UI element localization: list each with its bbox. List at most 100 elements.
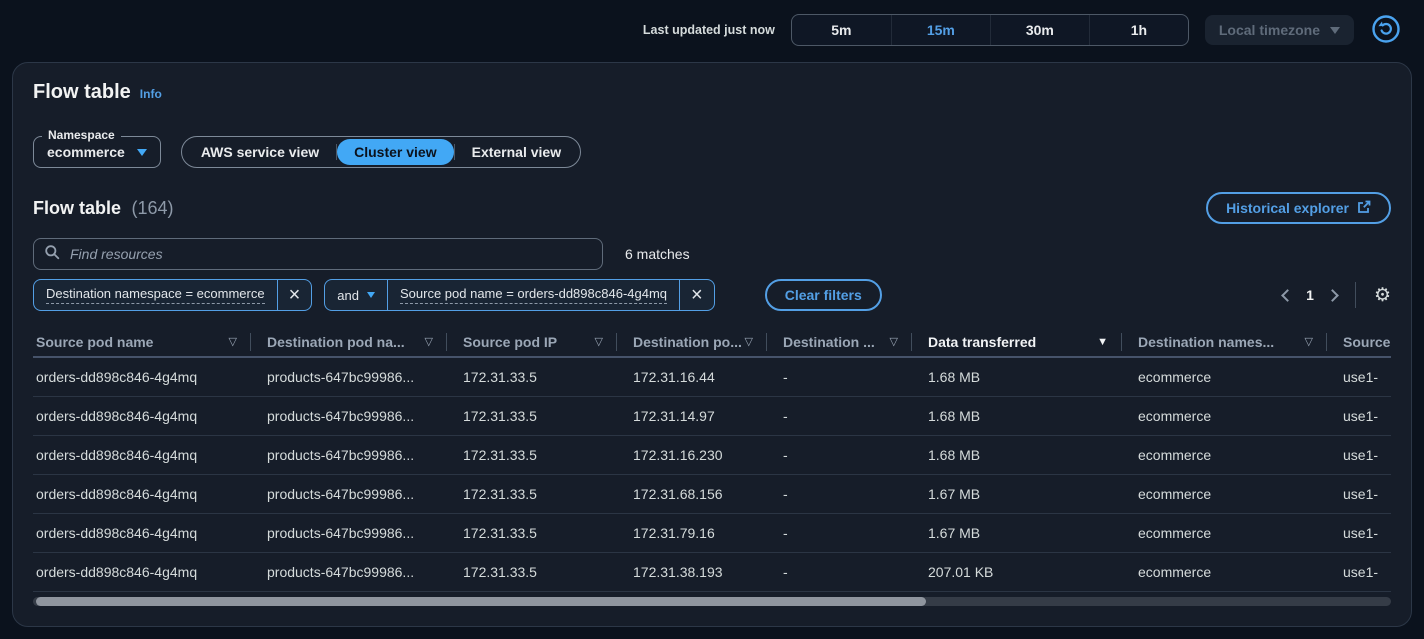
refresh-icon <box>1371 14 1401 47</box>
column-header-destination[interactable]: Destination ...▽ <box>767 327 912 356</box>
sortable-icon: ▽ <box>229 335 237 348</box>
sortable-icon: ▽ <box>890 335 898 348</box>
controls-row: Namespace ecommerce AWS service viewClus… <box>33 136 1391 168</box>
top-bar: Last updated just now 5m15m30m1h Local t… <box>0 0 1424 60</box>
external-link-icon <box>1357 200 1371 217</box>
filter-token-2-close-icon[interactable]: × <box>680 280 714 310</box>
table-row: orders-dd898c846-4g4mqproducts-647bc9998… <box>33 514 1391 553</box>
table-cell: ecommerce <box>1122 369 1327 385</box>
horizontal-scrollbar-thumb[interactable] <box>36 597 926 606</box>
table-cell: 172.31.33.5 <box>447 525 617 541</box>
namespace-select[interactable]: Namespace ecommerce <box>33 136 161 168</box>
table-cell: 172.31.33.5 <box>447 486 617 502</box>
view-option-aws-service-view[interactable]: AWS service view <box>184 139 336 165</box>
filter-token-1-close-icon[interactable]: × <box>278 280 312 310</box>
table-cell: - <box>767 525 912 541</box>
table-cell: ecommerce <box>1122 408 1327 424</box>
table-cell: orders-dd898c846-4g4mq <box>33 486 251 502</box>
table-cell: - <box>767 447 912 463</box>
table-cell: orders-dd898c846-4g4mq <box>33 525 251 541</box>
filter-operator-dropdown[interactable]: and <box>325 280 387 310</box>
column-header-destination-names[interactable]: Destination names...▽ <box>1122 327 1327 356</box>
filter-token-2-text[interactable]: Source pod name = orders-dd898c846-4g4mq <box>388 280 679 310</box>
historical-explorer-label: Historical explorer <box>1226 200 1349 216</box>
table-cell: use1- <box>1327 525 1391 541</box>
search-input[interactable] <box>68 245 592 263</box>
table-cell: 1.68 MB <box>912 408 1122 424</box>
historical-explorer-button[interactable]: Historical explorer <box>1206 192 1391 224</box>
table-cell: ecommerce <box>1122 564 1327 580</box>
search-icon <box>44 244 60 265</box>
page-number[interactable]: 1 <box>1306 287 1314 303</box>
previous-page-icon[interactable] <box>1281 289 1294 302</box>
table-cell: orders-dd898c846-4g4mq <box>33 564 251 580</box>
table-count: (164) <box>131 198 173 218</box>
next-page-icon[interactable] <box>1326 289 1339 302</box>
view-option-cluster-view[interactable]: Cluster view <box>337 139 453 165</box>
table-cell: 172.31.33.5 <box>447 408 617 424</box>
column-header-label: Data transferred <box>928 334 1036 350</box>
matches-count: 6 matches <box>625 246 690 262</box>
filter-token-1-text[interactable]: Destination namespace = ecommerce <box>34 280 277 310</box>
table-cell: 172.31.33.5 <box>447 447 617 463</box>
table-cell: 207.01 KB <box>912 564 1122 580</box>
column-header-source-pod-ip[interactable]: Source pod IP ▽ <box>447 327 617 356</box>
namespace-label: Namespace <box>42 128 121 142</box>
clear-filters-button[interactable]: Clear filters <box>765 279 882 311</box>
pagination: 1 ⚙ <box>1283 282 1391 308</box>
column-header-label: Source pod IP <box>463 334 557 350</box>
table-cell: 1.67 MB <box>912 525 1122 541</box>
table-cell: ecommerce <box>1122 525 1327 541</box>
table-cell: use1- <box>1327 447 1391 463</box>
table-cell: - <box>767 408 912 424</box>
table-cell: - <box>767 369 912 385</box>
table-cell: 172.31.38.193 <box>617 564 767 580</box>
column-header-destination-po[interactable]: Destination po...▽ <box>617 327 767 356</box>
chevron-down-icon <box>1330 27 1340 34</box>
table-cell: 172.31.33.5 <box>447 369 617 385</box>
table-title: Flow table <box>33 198 121 218</box>
refresh-button[interactable] <box>1370 14 1402 46</box>
table-cell: 172.31.14.97 <box>617 408 767 424</box>
table-cell: 172.31.16.44 <box>617 369 767 385</box>
sortable-icon: ▽ <box>1305 335 1313 348</box>
column-header-label: Source pod name <box>36 334 153 350</box>
column-header-source[interactable]: Source ...▽ <box>1327 327 1391 356</box>
table-cell: orders-dd898c846-4g4mq <box>33 447 251 463</box>
view-option-external-view[interactable]: External view <box>455 139 579 165</box>
table-cell: use1- <box>1327 369 1391 385</box>
sortable-icon: ▽ <box>595 335 603 348</box>
gear-icon[interactable]: ⚙ <box>1374 286 1391 305</box>
time-range-5m[interactable]: 5m <box>792 15 891 45</box>
search-box <box>33 238 603 270</box>
table-cell: orders-dd898c846-4g4mq <box>33 369 251 385</box>
info-link[interactable]: Info <box>140 87 162 101</box>
column-header-destination-pod-na[interactable]: Destination pod na...▽ <box>251 327 447 356</box>
column-header-source-pod-name[interactable]: Source pod name ▽ <box>33 327 251 356</box>
timezone-select[interactable]: Local timezone <box>1205 15 1354 45</box>
table-cell: - <box>767 564 912 580</box>
timezone-label: Local timezone <box>1219 22 1320 38</box>
flow-table-panel: Flow table Info Namespace ecommerce AWS … <box>12 62 1412 627</box>
table-cell: products-647bc99986... <box>251 408 447 424</box>
time-range-15m[interactable]: 15m <box>891 15 990 45</box>
time-range-30m[interactable]: 30m <box>990 15 1089 45</box>
table-cell: products-647bc99986... <box>251 486 447 502</box>
horizontal-scrollbar-track[interactable] <box>33 597 1391 606</box>
column-header-data-transferred[interactable]: Data transferred▼ <box>912 327 1122 356</box>
last-updated-text: Last updated just now <box>643 23 775 37</box>
column-header-label: Destination po... <box>633 334 742 350</box>
table-cell: 172.31.68.156 <box>617 486 767 502</box>
view-toggle-group: AWS service viewCluster viewExternal vie… <box>181 136 581 168</box>
table-section-header: Flow table (164) Historical explorer <box>33 192 1391 224</box>
namespace-value: ecommerce <box>47 144 125 160</box>
flow-table-header: Source pod name▽Destination pod na...▽So… <box>33 327 1391 358</box>
panel-header: Flow table Info <box>33 81 1391 104</box>
flow-table-viewport: Source pod name▽Destination pod na...▽So… <box>33 327 1391 592</box>
table-cell: use1- <box>1327 564 1391 580</box>
filter-row: Destination namespace = ecommerce × and … <box>33 279 1391 311</box>
time-range-1h[interactable]: 1h <box>1089 15 1188 45</box>
table-cell: use1- <box>1327 408 1391 424</box>
chevron-down-icon <box>367 292 375 298</box>
search-row: 6 matches <box>33 238 1391 270</box>
